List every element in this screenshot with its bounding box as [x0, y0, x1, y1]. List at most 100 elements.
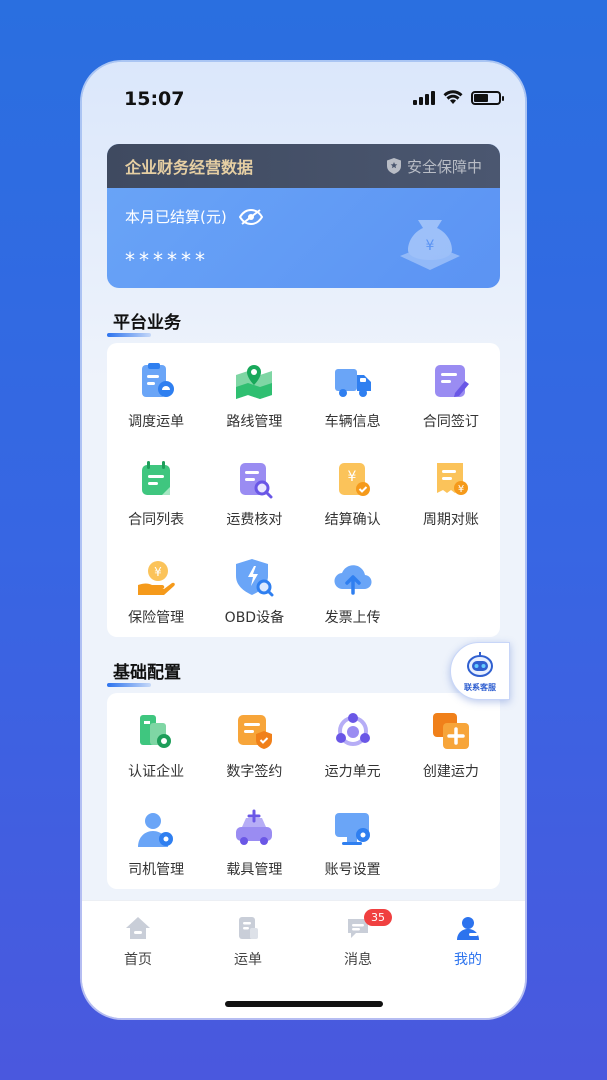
vehicle-icon: [236, 809, 273, 845]
platform-item-label: 周期对账: [422, 512, 479, 528]
svg-text:¥: ¥: [347, 469, 356, 485]
customer-service-button[interactable]: 联系客服: [450, 642, 510, 700]
platform-section-title: 平台业务: [107, 308, 181, 337]
basic-item-label: 载具管理: [226, 862, 283, 878]
platform-card: 调度运单 路线管理 车辆信息 合同签订 合同列表 运费核对 ¥ 结算确认 ¥ 周…: [107, 343, 500, 637]
platform-title-text: 平台业务: [113, 313, 181, 333]
basic-item-driver[interactable]: 司机管理: [107, 809, 205, 907]
platform-item-label: 保险管理: [128, 610, 185, 626]
settled-amount: ******: [125, 248, 209, 272]
truck-icon: [334, 369, 371, 397]
platform-item-label: 车辆信息: [324, 414, 381, 430]
basic-item-label: 认证企业: [128, 764, 185, 780]
freight-check-icon: [240, 463, 273, 499]
basic-item-account[interactable]: 账号设置: [304, 809, 402, 907]
settlement-confirm-icon: ¥: [338, 463, 370, 496]
platform-item-label: 合同列表: [128, 512, 185, 528]
finance-card-header: 企业财务经营数据 安全保障中: [107, 144, 500, 188]
contract-sign-icon: [434, 365, 469, 397]
money-bag-icon: ¥: [400, 220, 460, 270]
bottom-tab-bar: 首页 运单 35 消息 我的: [82, 900, 525, 1018]
basic-item-label: 账号设置: [324, 862, 381, 878]
svg-text:¥: ¥: [458, 484, 464, 495]
basic-item-digital-sign[interactable]: 数字签约: [205, 711, 303, 809]
status-bar: 15:07: [82, 62, 525, 134]
platform-item-label: 调度运单: [128, 414, 185, 430]
basic-item-label: 运力单元: [324, 764, 381, 780]
title-underline: [107, 683, 151, 687]
platform-item-reconcile[interactable]: ¥ 周期对账: [402, 459, 500, 557]
contract-list-icon: [142, 461, 171, 495]
platform-item-label: 合同签订: [422, 414, 479, 430]
basic-item-certified[interactable]: 认证企业: [107, 711, 205, 809]
basic-item-create-capacity[interactable]: 创建运力: [402, 711, 500, 809]
finance-card[interactable]: 企业财务经营数据 安全保障中 本月已结算(元) ****** ¥: [107, 144, 500, 288]
platform-grid: 调度运单 路线管理 车辆信息 合同签订 合同列表 运费核对 ¥ 结算确认 ¥ 周…: [107, 343, 500, 655]
basic-grid: 认证企业 数字签约 运力单元 创建运力 司机管理 载具管理 账号设置: [107, 693, 500, 907]
platform-item-insurance[interactable]: ¥ 保险管理: [107, 557, 205, 655]
waybill-icon: [239, 917, 258, 939]
basic-item-capacity[interactable]: 运力单元: [304, 711, 402, 809]
tab-messages[interactable]: 35 消息: [318, 909, 398, 969]
signal-icon: [413, 90, 435, 105]
eye-hidden-icon[interactable]: [238, 208, 263, 225]
platform-item-label: 运费核对: [226, 512, 283, 528]
status-icons: [413, 90, 504, 105]
tab-home[interactable]: 首页: [98, 915, 178, 969]
dispatch-order-icon: [142, 363, 175, 397]
profile-icon: [457, 917, 479, 940]
basic-title-text: 基础配置: [113, 663, 181, 683]
wifi-icon: [443, 90, 463, 104]
platform-item-dispatch[interactable]: 调度运单: [107, 361, 205, 459]
period-reconcile-icon: ¥: [436, 463, 468, 495]
secure-status: 安全保障中: [386, 156, 482, 177]
customer-service-label: 联系客服: [464, 682, 496, 692]
platform-item-route[interactable]: 路线管理: [205, 361, 303, 459]
platform-item-label: 路线管理: [226, 414, 283, 430]
secure-label: 安全保障中: [406, 157, 482, 176]
invoice-upload-icon: [334, 565, 372, 595]
insurance-icon: ¥: [138, 561, 175, 595]
platform-item-label: 结算确认: [324, 512, 381, 528]
tab-profile-label: 我的: [454, 952, 482, 968]
route-map-icon: [236, 365, 273, 399]
settled-label: 本月已结算(元): [125, 208, 227, 226]
tab-home-label: 首页: [124, 952, 152, 968]
robot-icon: [467, 651, 493, 677]
title-underline: [107, 333, 151, 337]
tab-waybill-label: 运单: [234, 952, 262, 968]
settled-row: 本月已结算(元): [125, 206, 263, 227]
platform-item-truck[interactable]: 车辆信息: [304, 361, 402, 459]
account-settings-icon: [334, 813, 370, 845]
message-badge: 35: [364, 909, 392, 926]
basic-card: 认证企业 数字签约 运力单元 创建运力 司机管理 载具管理 账号设置: [107, 693, 500, 889]
platform-item-settlement[interactable]: ¥ 结算确认: [304, 459, 402, 557]
tab-profile[interactable]: 我的: [428, 915, 508, 969]
shield-icon: [386, 158, 401, 174]
basic-item-label: 数字签约: [226, 764, 283, 780]
finance-title: 企业财务经营数据: [125, 158, 254, 177]
capacity-unit-icon: [335, 713, 370, 746]
home-icon: [126, 917, 150, 939]
create-capacity-icon: [432, 713, 469, 749]
battery-icon: [471, 90, 504, 105]
basic-item-label: 司机管理: [128, 862, 185, 878]
platform-item-invoice[interactable]: 发票上传: [304, 557, 402, 655]
tab-waybill[interactable]: 运单: [208, 915, 288, 969]
basic-section-title: 基础配置: [107, 658, 181, 687]
svg-text:¥: ¥: [426, 238, 435, 254]
tab-messages-label: 消息: [344, 952, 372, 968]
basic-item-vehicle[interactable]: 载具管理: [205, 809, 303, 907]
platform-item-label: OBD设备: [224, 610, 285, 626]
platform-item-obd[interactable]: OBD设备: [205, 557, 303, 655]
phone-screen: 15:07 企业财务经营数据 安全保障中 本月已结算(元) ****** ¥ 平…: [82, 62, 525, 1018]
platform-item-contract-list[interactable]: 合同列表: [107, 459, 205, 557]
digital-sign-icon: [238, 715, 273, 749]
platform-item-label: 发票上传: [324, 610, 381, 626]
platform-item-contract-sign[interactable]: 合同签订: [402, 361, 500, 459]
platform-item-freight-check[interactable]: 运费核对: [205, 459, 303, 557]
home-indicator[interactable]: [225, 1001, 383, 1007]
obd-device-icon: [236, 559, 274, 597]
certified-company-icon: [140, 715, 172, 748]
basic-item-label: 创建运力: [422, 764, 479, 780]
